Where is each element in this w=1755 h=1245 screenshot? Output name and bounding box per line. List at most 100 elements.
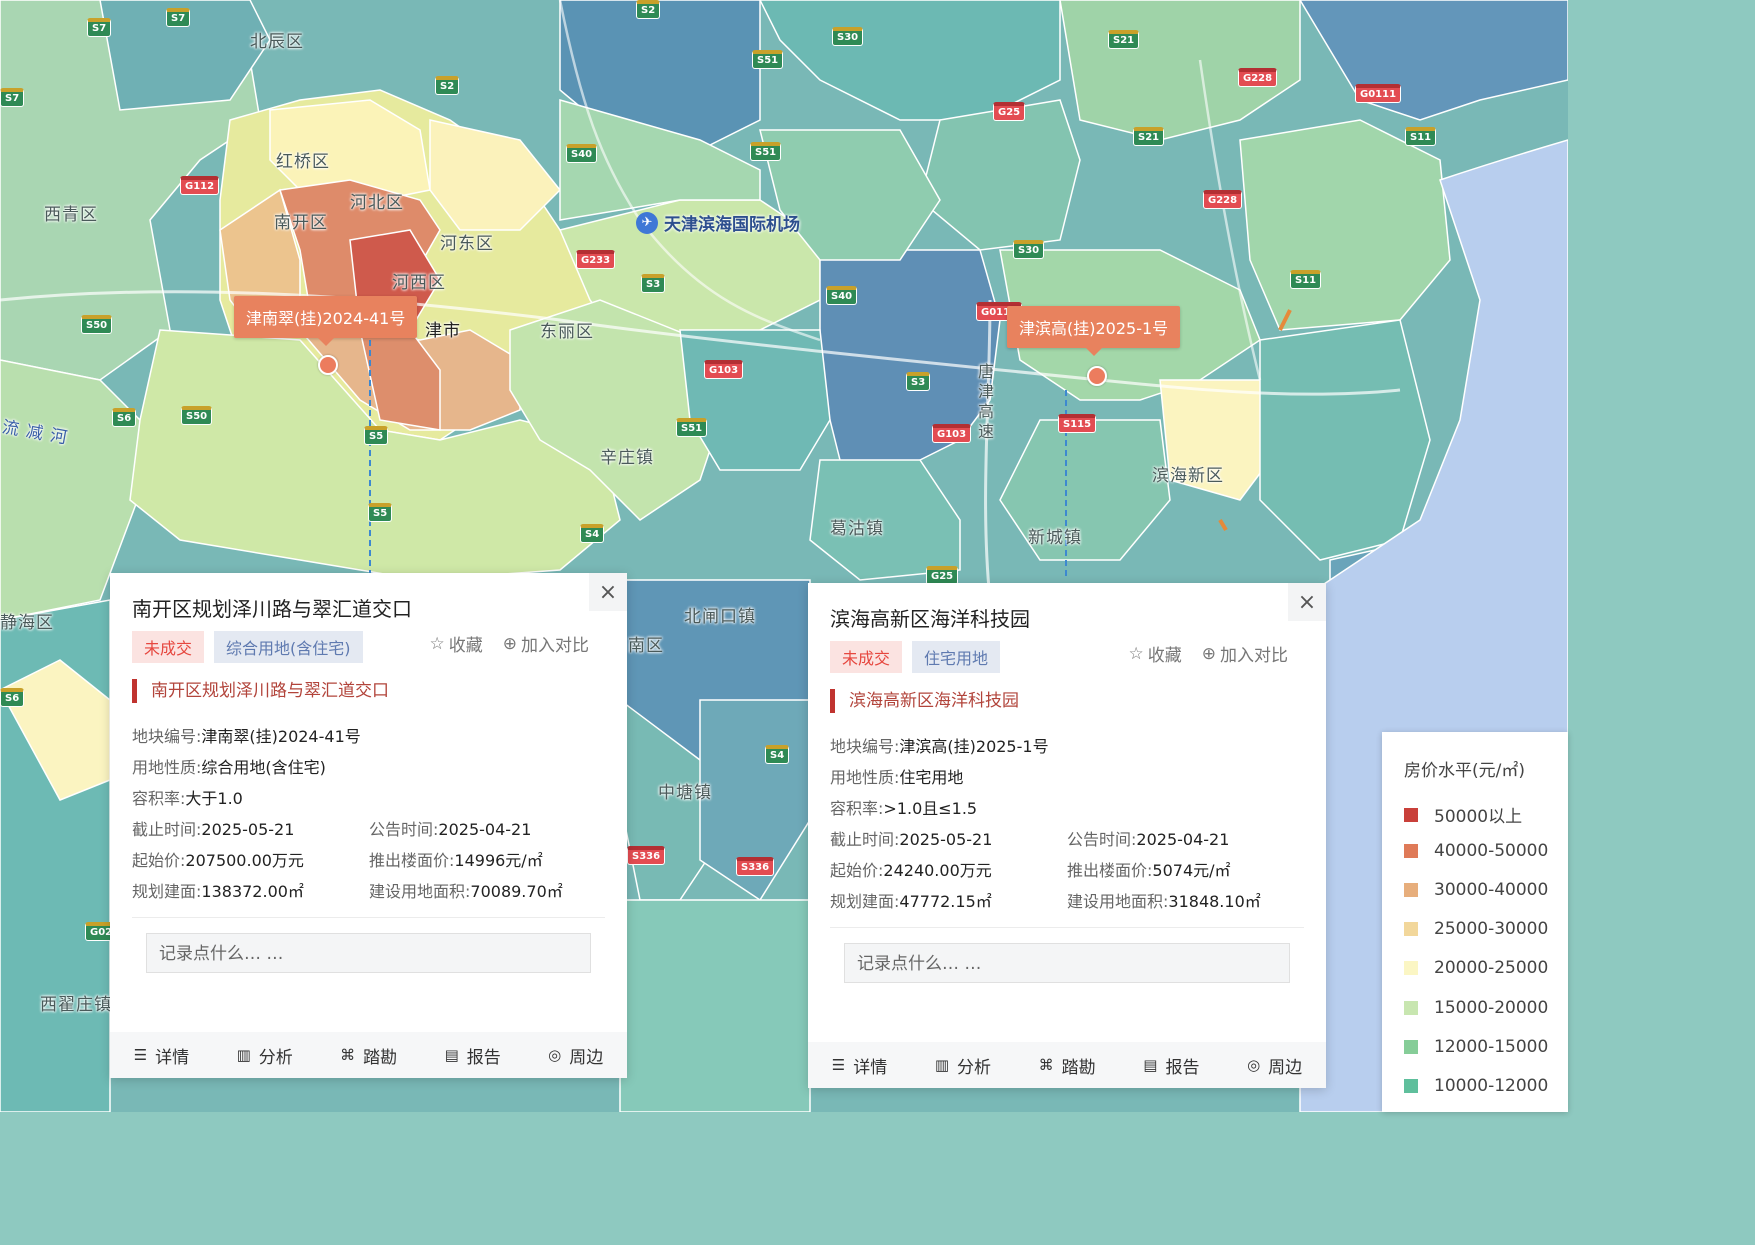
field-label: 截止时间: xyxy=(132,820,202,839)
field-value: 5074元/㎡ xyxy=(1152,861,1231,880)
toolbar-label: 报告 xyxy=(1165,1057,1200,1078)
field-value: 31848.10㎡ xyxy=(1168,892,1261,911)
report-button[interactable]: ▤ 报告 xyxy=(445,1043,501,1068)
airport-marker[interactable]: ✈ 天津滨海国际机场 xyxy=(636,210,800,235)
add-compare-button[interactable]: ⊕ 加入对比 xyxy=(502,631,589,657)
road-shield: S11 xyxy=(1290,270,1322,289)
field-value: 住宅用地 xyxy=(899,768,964,787)
analysis-button[interactable]: ▥ 分析 xyxy=(237,1043,293,1068)
place-label: 新城镇 xyxy=(1028,528,1082,548)
close-icon[interactable]: × xyxy=(589,573,627,611)
footprint-icon: ⌘ xyxy=(1038,1056,1054,1074)
field-label: 地块编号: xyxy=(830,737,900,756)
place-label: 红桥区 xyxy=(276,152,330,172)
legend-swatch xyxy=(1404,922,1418,936)
road-label: 唐 津 高 速 xyxy=(978,362,996,441)
favorite-button[interactable]: ☆ 收藏 xyxy=(430,631,483,657)
road-shield: S2 xyxy=(636,0,661,19)
document-icon: ☰ xyxy=(133,1046,148,1064)
survey-button[interactable]: ⌘ 踏勘 xyxy=(340,1043,397,1068)
panel-subtitle: 南开区规划泽川路与翠汇道交口 xyxy=(132,679,389,703)
field-value: 14996元/㎡ xyxy=(454,851,543,870)
nearby-button[interactable]: ◎ 周边 xyxy=(1247,1053,1302,1078)
place-label: 中塘镇 xyxy=(658,783,712,803)
legend-label: 12000-15000 xyxy=(1434,1037,1549,1057)
plot-pin[interactable] xyxy=(318,355,338,375)
plot-info-panel: × 滨海高新区海洋科技园 未成交 住宅用地 ☆ 收藏 ⊕ 加入对比 滨海高新区海洋科… xyxy=(808,583,1326,1088)
plus-circle-icon: ⊕ xyxy=(1201,643,1216,664)
star-icon: ☆ xyxy=(1128,643,1144,664)
road-shield: S2 xyxy=(435,76,460,95)
road-shield: S50 xyxy=(181,406,213,425)
field-label: 起始价: xyxy=(830,861,884,880)
field-value: 207500.00万元 xyxy=(185,851,304,870)
analysis-button[interactable]: ▥ 分析 xyxy=(935,1053,991,1078)
plot-callout[interactable]: 津南翠(挂)2024-41号 xyxy=(234,296,418,346)
legend-label: 50000以上 xyxy=(1434,807,1523,827)
close-icon[interactable]: × xyxy=(1288,583,1326,621)
plus-circle-icon: ⊕ xyxy=(502,633,517,654)
field-value: 津滨高(挂)2025-1号 xyxy=(899,737,1049,756)
report-button[interactable]: ▤ 报告 xyxy=(1143,1053,1199,1078)
legend-label: 10000-12000 xyxy=(1434,1076,1549,1096)
place-label: 西青区 xyxy=(44,205,98,225)
field-label: 建设用地面积: xyxy=(369,882,471,901)
status-badge: 未成交 xyxy=(132,631,205,663)
legend-label: 40000-50000 xyxy=(1434,841,1549,861)
field-label: 建设用地面积: xyxy=(1067,892,1169,911)
target-icon: ◎ xyxy=(548,1046,562,1064)
field-label: 公告时间: xyxy=(369,820,439,839)
details-button[interactable]: ☰ 详情 xyxy=(134,1043,189,1068)
legend-item: 12000-15000 xyxy=(1404,1037,1548,1057)
road-shield: S3 xyxy=(906,372,931,391)
legend-swatch xyxy=(1404,883,1418,897)
road-shield: S11 xyxy=(1405,127,1437,146)
field-label: 截止时间: xyxy=(830,830,900,849)
note-input[interactable]: 记录点什么… … xyxy=(844,943,1290,983)
field-value: 70089.70㎡ xyxy=(470,882,563,901)
airport-label: 天津滨海国际机场 xyxy=(664,215,800,235)
field-value: 47772.15㎡ xyxy=(899,892,992,911)
road-shield: S7 xyxy=(0,88,25,107)
survey-button[interactable]: ⌘ 踏勘 xyxy=(1039,1053,1096,1078)
road-shield: S7 xyxy=(87,18,112,37)
panel-title: 滨海高新区海洋科技园 xyxy=(830,607,1030,631)
road-shield: S5 xyxy=(368,503,393,522)
road-shield: S51 xyxy=(676,418,708,437)
road-shield: S4 xyxy=(765,745,790,764)
favorite-label: 收藏 xyxy=(448,636,483,656)
price-legend: 房价水平(元/㎡) 50000以上 40000-50000 30000-4000… xyxy=(1382,732,1568,1112)
legend-label: 25000-30000 xyxy=(1434,919,1549,939)
road-shield: S3 xyxy=(641,274,666,293)
field-label: 用地性质: xyxy=(132,758,202,777)
toolbar-label: 分析 xyxy=(957,1057,992,1078)
details-button[interactable]: ☰ 详情 xyxy=(832,1053,887,1078)
plot-pin[interactable] xyxy=(1087,366,1107,386)
road-shield: G0111 xyxy=(1355,84,1402,103)
road-shield: G233 xyxy=(576,250,616,269)
road-shield: S6 xyxy=(112,408,137,427)
road-shield: G103 xyxy=(932,424,972,443)
place-label: 河东区 xyxy=(440,234,494,254)
legend-label: 20000-25000 xyxy=(1434,958,1549,978)
add-compare-button[interactable]: ⊕ 加入对比 xyxy=(1201,641,1288,667)
favorite-button[interactable]: ☆ 收藏 xyxy=(1128,641,1182,667)
road-shield: G112 xyxy=(180,176,220,195)
place-label: 西翟庄镇 xyxy=(40,995,112,1015)
toolbar-label: 踏勘 xyxy=(363,1047,398,1068)
divider xyxy=(132,917,605,918)
toolbar-label: 详情 xyxy=(155,1047,190,1068)
field-label: 用地性质: xyxy=(830,768,900,787)
road-shield: S40 xyxy=(566,144,598,163)
plot-callout[interactable]: 津滨高(挂)2025-1号 xyxy=(1007,306,1181,356)
note-input[interactable]: 记录点什么… … xyxy=(146,933,591,973)
airplane-icon: ✈ xyxy=(636,211,658,234)
toolbar-label: 周边 xyxy=(1268,1057,1303,1078)
divider xyxy=(830,927,1304,928)
road-shield: S50 xyxy=(81,315,113,334)
toolbar-label: 分析 xyxy=(258,1047,293,1068)
road-shield: S40 xyxy=(826,286,858,305)
field-label: 规划建面: xyxy=(830,892,900,911)
nearby-button[interactable]: ◎ 周边 xyxy=(548,1043,603,1068)
land-type-badge: 综合用地(含住宅) xyxy=(214,631,363,663)
